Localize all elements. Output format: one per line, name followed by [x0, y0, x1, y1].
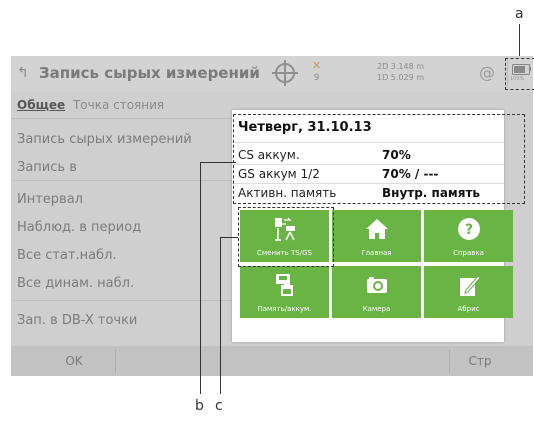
- tile-label: Абрис: [457, 305, 480, 313]
- sketch-icon: [460, 275, 481, 296]
- tile-camera[interactable]: Камера: [332, 266, 421, 318]
- tile-help[interactable]: ? Справка: [424, 210, 513, 262]
- leader-b-horizontal: [200, 162, 236, 163]
- home-icon: [366, 219, 388, 239]
- battery-highlight: [505, 58, 534, 90]
- quality-2d: 2D 3.148 m: [377, 62, 425, 71]
- field-all-static[interactable]: Все стат.набл.: [17, 248, 117, 263]
- field-obs-period[interactable]: Наблюд. в период: [17, 220, 141, 235]
- callout-b: b: [195, 398, 204, 414]
- leader-c-horizontal: [220, 237, 238, 238]
- field-raw-logging[interactable]: Запись сырых измерений: [17, 132, 192, 147]
- memory-battery-icon: [276, 274, 293, 296]
- ok-button[interactable]: OK: [33, 349, 116, 373]
- tile-home[interactable]: Главная: [332, 210, 421, 262]
- at-icon[interactable]: @: [479, 63, 495, 82]
- back-icon[interactable]: ↰: [17, 65, 29, 81]
- field-dbx-points[interactable]: Зап. в DB-X точки: [17, 313, 137, 328]
- callout-c: c: [215, 398, 223, 414]
- tile-label: Главная: [361, 249, 392, 257]
- satellite-status[interactable]: ✕ 9: [312, 60, 321, 84]
- field-interval[interactable]: Интервал: [17, 192, 83, 207]
- camera-icon: [367, 277, 387, 293]
- field-all-kinematic[interactable]: Все динам. набл.: [17, 276, 134, 291]
- tile-label: Справка: [453, 249, 484, 257]
- svg-text:?: ?: [465, 222, 473, 238]
- tile-label: Камера: [362, 305, 391, 313]
- tab-bar: Общее Точка стояния: [17, 98, 164, 112]
- leader-b: [200, 162, 201, 394]
- tab-general[interactable]: Общее: [17, 98, 65, 112]
- satellite-count: 9: [313, 73, 320, 83]
- title-bar: ↰ Запись сырых измерений ✕ 9 2D 3.148 m 1…: [11, 56, 533, 92]
- divider: [11, 118, 241, 119]
- tab-station[interactable]: Точка стояния: [73, 98, 164, 112]
- leader-c: [220, 237, 221, 394]
- tile-label: Память/аккум.: [257, 305, 312, 313]
- page-title: Запись сырых измерений: [39, 64, 260, 82]
- switch-tile-highlight: [238, 207, 334, 267]
- help-icon: ?: [458, 218, 480, 240]
- tile-memory-battery[interactable]: Память/аккум.: [240, 266, 329, 318]
- quality-1d: 1D 5.029 m: [377, 73, 425, 82]
- page-button[interactable]: Стр: [449, 349, 510, 373]
- status-info-highlight: [233, 114, 525, 204]
- divider: [11, 180, 241, 181]
- tile-sketch[interactable]: Абрис: [424, 266, 513, 318]
- bottom-bar: OK Стр: [11, 346, 533, 376]
- field-log-to[interactable]: Запись в: [17, 160, 77, 175]
- divider: [11, 300, 241, 301]
- crosshair-icon[interactable]: [272, 60, 298, 86]
- position-quality[interactable]: 2D 3.148 m 1D 5.029 m: [377, 61, 424, 83]
- callout-a: a: [515, 6, 524, 22]
